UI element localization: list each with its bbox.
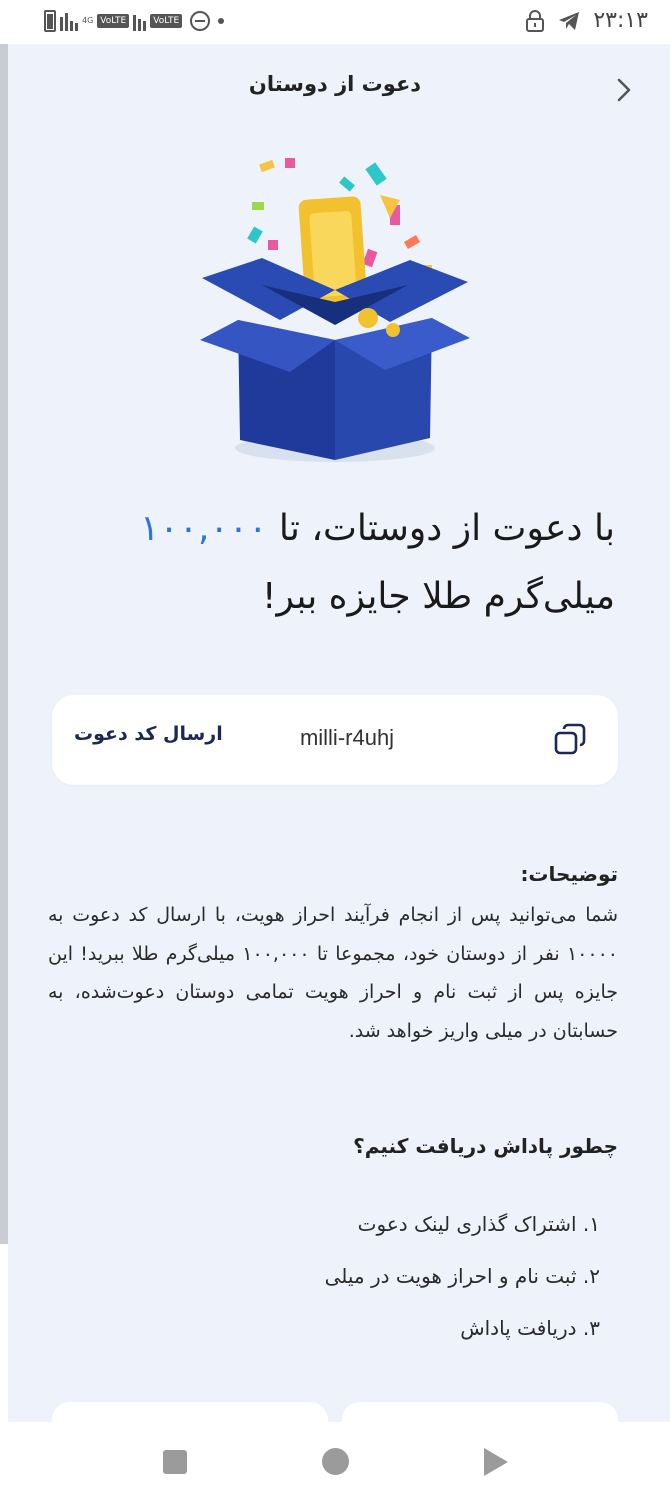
list-item: ۲. ثبت نام و احراز هویت در میلی	[324, 1264, 600, 1288]
steps-list: ۱. اشتراک گذاری لینک دعوت ۲. ثبت نام و ا…	[325, 1198, 600, 1354]
page-title: دعوت از دوستان	[248, 72, 422, 96]
signal-icon	[60, 11, 78, 31]
status-bar: 4G VoLTE VoLTE ۲۳:۱۳	[0, 0, 670, 44]
notification-dot-icon	[218, 18, 225, 24]
volte-icon: VoLTE	[97, 14, 130, 28]
chevron-left-icon[interactable]	[608, 74, 640, 106]
list-item: ۱. اشتراک گذاری لینک دعوت	[357, 1212, 600, 1236]
status-icons-left: 4G VoLTE VoLTE	[44, 10, 225, 32]
volte-icon: VoLTE	[150, 14, 183, 28]
lock-icon	[526, 9, 545, 32]
send-invite-button[interactable]: ارسال کد دعوت	[74, 723, 234, 745]
invite-code: milli-r4uhj	[299, 725, 395, 750]
copy-icon[interactable]	[552, 721, 590, 759]
back-icon[interactable]	[484, 1448, 508, 1476]
status-icons-right: ۲۳:۱۳	[525, 8, 648, 33]
description-title: توضیحات:	[520, 862, 618, 886]
system-nav-bar	[0, 1422, 670, 1500]
signal-icon	[133, 11, 147, 31]
headline-amount: ۱۰۰,۰۰۰	[140, 508, 268, 549]
gift-box-illustration	[200, 158, 470, 462]
bottom-cards	[0, 1402, 670, 1442]
description-body: شما می‌توانید پس از انجام فرآیند احراز ه…	[48, 904, 618, 1042]
scroll-rail	[0, 44, 8, 1244]
telegram-icon	[559, 11, 580, 30]
headline-text: با دعوت از دوستات، تا	[267, 508, 615, 549]
do-not-disturb-icon	[190, 11, 211, 31]
recent-apps-icon[interactable]	[163, 1450, 187, 1474]
headline-text-end: میلی‌گرم طلا جایزه ببر!	[262, 576, 615, 617]
how-to-title: چطور پاداش دریافت کنیم؟	[353, 1134, 618, 1158]
clock: ۲۳:۱۳	[593, 8, 648, 33]
invite-code-card: milli-r4uhj ارسال کد دعوت	[52, 695, 618, 785]
battery-icon	[44, 10, 56, 32]
headline: با دعوت از دوستات، تا ۱۰۰,۰۰۰ میلی‌گرم ط…	[35, 495, 615, 631]
home-icon[interactable]	[322, 1448, 349, 1475]
list-item: ۳. دریافت پاداش	[460, 1316, 600, 1340]
network-4g-label: 4G	[82, 16, 94, 25]
